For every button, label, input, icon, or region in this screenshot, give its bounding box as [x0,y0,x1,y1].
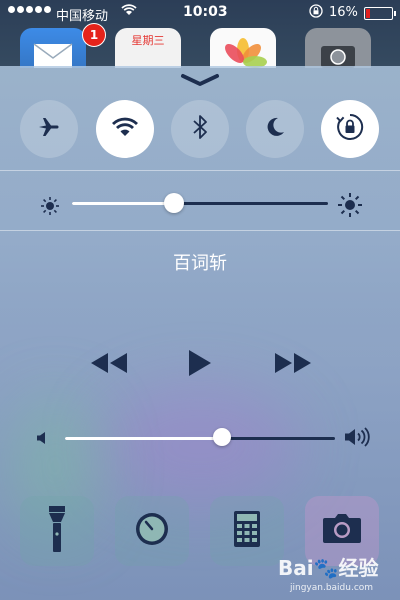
do-not-disturb-toggle[interactable] [246,100,304,158]
now-playing-title: 百词斩 [173,253,227,274]
rewind-button[interactable] [90,352,128,378]
rotation-lock-icon [335,112,365,146]
signal-strength-icon [8,6,51,13]
volume-slider[interactable] [65,428,335,448]
camera-app-icon[interactable] [305,28,371,68]
volume-low-icon [36,430,50,449]
mail-app-icon[interactable] [20,28,86,68]
timer-button[interactable] [115,496,189,566]
rotation-lock-toggle[interactable] [321,100,379,158]
play-icon [189,350,211,376]
battery-percentage: 16% [329,5,358,20]
wifi-icon [111,116,139,142]
volume-knob[interactable] [212,428,231,446]
timer-icon [134,511,170,551]
flashlight-icon [47,504,67,558]
airplane-icon [37,115,61,143]
wifi-toggle[interactable] [96,100,154,158]
camera-icon [322,514,362,548]
orientation-lock-status-icon [309,4,323,22]
volume-high-icon [344,427,372,451]
play-button[interactable] [188,349,212,381]
status-bar: 中国移动 10:03 16% [0,0,400,26]
brightness-knob[interactable] [164,193,185,213]
calendar-app-icon[interactable]: 星期三 [115,28,181,68]
rewind-icon [91,353,127,373]
clock: 10:03 [183,4,228,20]
watermark-logo: Bai🐾经验 [278,556,379,580]
bluetooth-icon [190,114,210,144]
carrier-name: 中国移动 [56,9,109,24]
mail-badge: 1 [82,23,106,47]
moon-icon [263,115,287,143]
calendar-weekday: 星期三 [131,34,165,47]
divider [0,170,400,171]
control-center-panel: 百词斩 [0,66,400,600]
wifi-status-icon [121,4,137,20]
watermark-url: jingyan.baidu.com [290,583,374,593]
airplane-mode-toggle[interactable] [20,100,78,158]
fast-forward-icon [275,353,311,373]
bluetooth-toggle[interactable] [171,100,229,158]
photos-app-icon[interactable] [210,28,276,68]
chevron-down-icon[interactable] [180,73,220,89]
brightness-slider[interactable] [72,192,328,216]
flashlight-button[interactable] [20,496,94,566]
toggle-row [0,100,400,160]
brightness-high-icon [337,192,363,222]
calculator-button[interactable] [210,496,284,566]
divider [0,230,400,231]
fast-forward-button[interactable] [274,352,312,378]
calculator-icon [234,511,260,551]
brightness-fill [72,202,175,205]
brightness-low-icon [39,195,61,221]
volume-fill [65,437,222,440]
battery-icon [364,7,396,20]
